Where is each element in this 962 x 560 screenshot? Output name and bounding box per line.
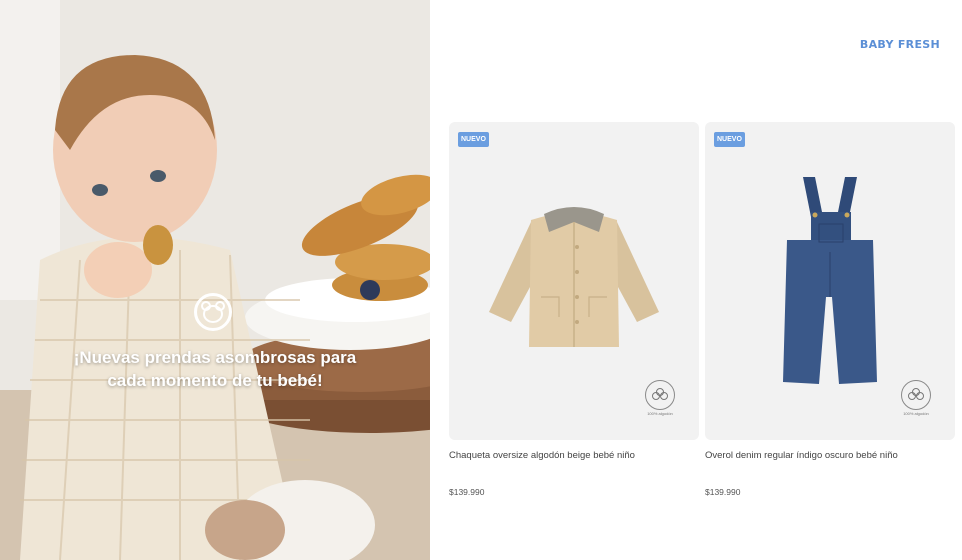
- hero-banner[interactable]: ¡Nuevas prendas asombrosas para cada mom…: [0, 0, 430, 560]
- new-badge: NUEVO: [458, 132, 489, 147]
- product-price: $139.990: [449, 487, 485, 497]
- cotton-icon: [901, 380, 931, 410]
- cotton-label: 100% algodón: [903, 411, 929, 416]
- product-card-overall[interactable]: NUEVO 100% algodón Overol denim regular …: [705, 122, 955, 497]
- cotton-icon: [645, 380, 675, 410]
- hero-photo: [0, 0, 430, 560]
- hero-caption-line-1: ¡Nuevas prendas asombrosas para: [73, 348, 357, 367]
- hero-caption-line-2: cada momento de tu bebé!: [107, 371, 323, 390]
- product-catalog: BABY FRESH NUEVO 100% algodón Chaqueta o…: [430, 0, 962, 560]
- new-badge: NUEVO: [714, 132, 745, 147]
- product-name[interactable]: Chaqueta oversize algodón beige bebé niñ…: [449, 450, 699, 461]
- product-image[interactable]: NUEVO 100% algodón: [705, 122, 955, 440]
- cotton-label: 100% algodón: [647, 411, 673, 416]
- brand-logo[interactable]: BABY FRESH: [860, 38, 940, 51]
- product-image[interactable]: NUEVO 100% algodón: [449, 122, 699, 440]
- product-name[interactable]: Overol denim regular índigo oscuro bebé …: [705, 450, 955, 461]
- product-card-jacket[interactable]: NUEVO 100% algodón Chaqueta oversize alg…: [449, 122, 699, 497]
- teddy-bear-icon: [194, 293, 232, 331]
- hero-caption: ¡Nuevas prendas asombrosas para cada mom…: [0, 346, 430, 392]
- product-price: $139.990: [705, 487, 741, 497]
